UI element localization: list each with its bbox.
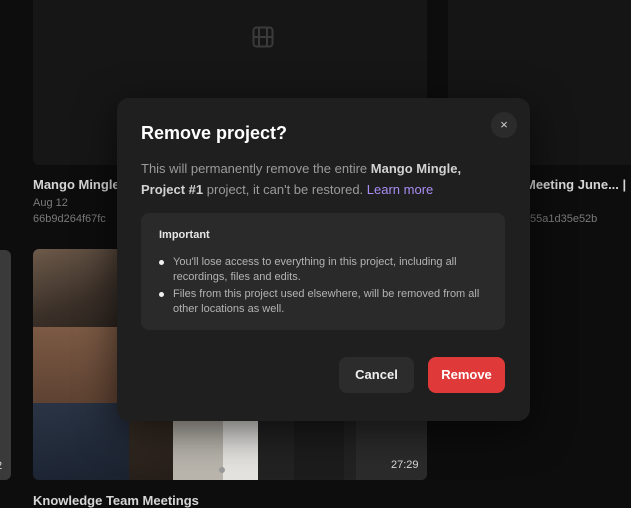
duration-label: 27:29 bbox=[391, 459, 419, 471]
project-date: Aug 12 bbox=[33, 197, 68, 209]
close-button[interactable]: × bbox=[491, 112, 517, 138]
dialog-title: Remove project? bbox=[141, 123, 288, 143]
project-name: Mango Mingle bbox=[370, 161, 458, 176]
project-title[interactable]: Meeting June... | bbox=[525, 177, 626, 192]
important-notice: Important You'll lose access to everythi… bbox=[141, 213, 505, 330]
cancel-button[interactable]: Cancel bbox=[339, 357, 414, 393]
list-item: You'll lose access to everything in this… bbox=[159, 255, 489, 285]
list-item: Files from this project used elsewhere, … bbox=[159, 287, 489, 317]
participant-thumbnail bbox=[33, 249, 129, 327]
project-title[interactable]: Knowledge Team Meetings bbox=[33, 493, 199, 508]
screen-share-thumbnail bbox=[294, 419, 344, 480]
participant-thumbnail bbox=[33, 327, 129, 403]
participant-thumbnail bbox=[223, 419, 258, 480]
remove-button[interactable]: Remove bbox=[428, 357, 505, 393]
remove-project-dialog: Remove project? × This will permanently … bbox=[117, 98, 530, 421]
description-suffix: project, it can't be restored. bbox=[203, 182, 367, 197]
duration-label: 2 bbox=[0, 460, 2, 472]
description-prefix: This will permanently remove the entire bbox=[141, 161, 371, 176]
project-title[interactable]: Mango Mingle bbox=[33, 177, 120, 192]
carousel-dot bbox=[219, 467, 225, 473]
important-list: You'll lose access to everything in this… bbox=[159, 255, 489, 319]
project-id: 66b9d264f67fc bbox=[33, 213, 106, 225]
participant-thumbnail bbox=[33, 403, 129, 480]
project-id: 55a1d35e52b bbox=[530, 213, 598, 225]
project-name-comma: , bbox=[457, 161, 462, 176]
project-thumbnail[interactable] bbox=[0, 250, 11, 480]
close-icon: × bbox=[500, 117, 508, 132]
project-name: Project #1 bbox=[141, 182, 204, 197]
important-heading: Important bbox=[159, 229, 210, 241]
learn-more-link[interactable]: Learn more bbox=[367, 182, 433, 197]
dialog-description: This will permanently remove the entire … bbox=[141, 158, 501, 200]
film-icon bbox=[252, 26, 274, 48]
